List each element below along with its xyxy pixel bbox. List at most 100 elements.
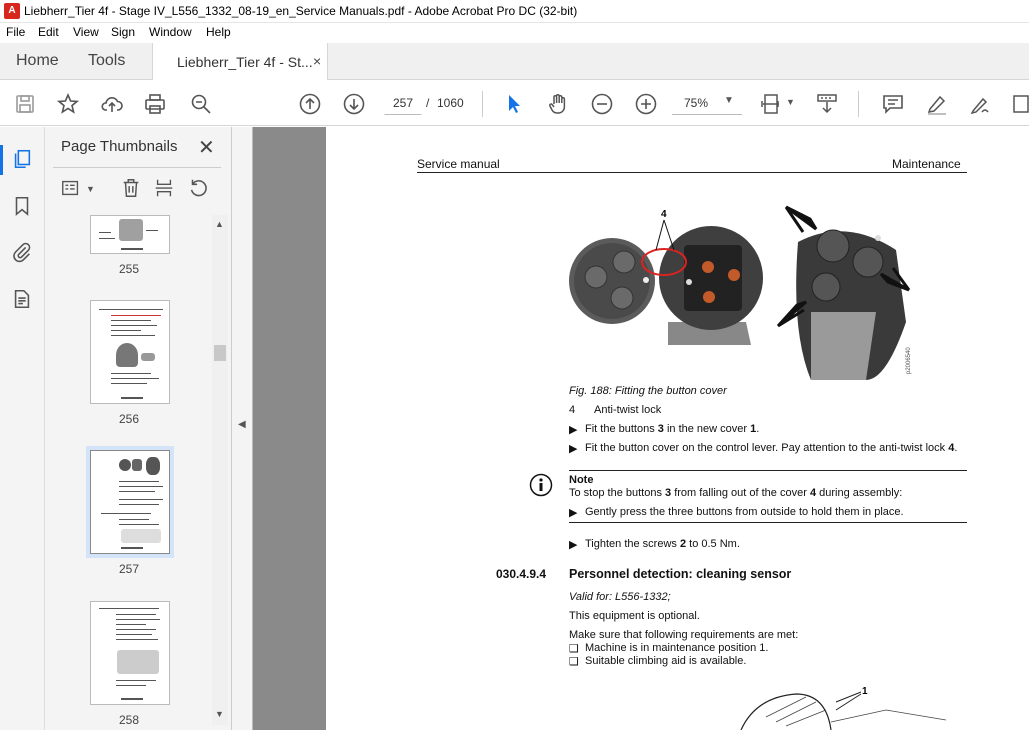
figure-caption: Fig. 188: Fitting the button cover — [569, 385, 727, 397]
step-tighten-screws: Tighten the screws 2 to 0.5 Nm. — [585, 538, 740, 550]
thumbnail-page[interactable] — [90, 215, 170, 254]
panel-title: Page Thumbnails — [61, 138, 178, 155]
step-bullet-icon: ▶ — [569, 539, 578, 551]
step-fit-buttons: Fit the buttons 3 in the new cover 1. — [585, 423, 760, 435]
tab-tools[interactable]: Tools — [88, 52, 125, 70]
title-bar: A Liebherr_Tier 4f - Stage IV_L556_1332_… — [0, 0, 1029, 23]
zoom-search-icon[interactable] — [189, 92, 213, 116]
comment-icon[interactable] — [881, 92, 905, 116]
thumbnail-list: 255 256 257 258 — [45, 215, 213, 730]
thumbnail-options-icon[interactable] — [60, 177, 84, 201]
scroll-up-icon[interactable]: ▲ — [215, 219, 224, 229]
panel-collapse-handle[interactable]: ◀ — [232, 127, 253, 730]
tab-home[interactable]: Home — [16, 52, 59, 70]
close-icon[interactable]: ✕ — [198, 135, 215, 160]
header-rule — [417, 172, 967, 173]
menu-bar: File Edit View Sign Window Help — [0, 23, 1029, 43]
note-bottom-rule — [569, 522, 967, 523]
bookmark-star-icon[interactable] — [56, 92, 80, 116]
bookmarks-icon[interactable] — [11, 195, 35, 219]
page-separator: / — [426, 96, 430, 110]
optional-note: This equipment is optional. — [569, 610, 700, 622]
tab-close-button[interactable]: × — [313, 53, 321, 69]
thumbnails-panel: Page Thumbnails ✕ ▼ 255 256 257 258 ▲ ▼ — [45, 127, 232, 730]
figure2-callout: 1 — [862, 686, 868, 697]
tab-bar: Home Tools Liebherr_Tier 4f - St... × — [0, 43, 1029, 80]
step-bullet-icon: ▶ — [569, 424, 578, 436]
highlight-pen-icon[interactable] — [925, 92, 949, 116]
next-page-icon[interactable] — [342, 92, 366, 116]
options-caret-icon[interactable]: ▼ — [86, 184, 95, 194]
rail-active-indicator — [0, 145, 3, 175]
previous-page-icon[interactable] — [298, 92, 322, 116]
requirement-item: Machine is in maintenance position 1. — [585, 642, 769, 654]
chevron-down-icon: ▼ — [724, 95, 734, 106]
document-properties-icon[interactable] — [11, 288, 35, 312]
scroll-mode-icon[interactable] — [815, 92, 839, 116]
thumbnail-page[interactable] — [90, 300, 170, 404]
zoom-out-icon[interactable] — [590, 92, 614, 116]
step-bullet-icon: ▶ — [569, 507, 578, 519]
thumbnail-page-selected[interactable] — [86, 446, 174, 558]
scroll-down-icon[interactable]: ▼ — [215, 709, 224, 719]
more-tools-icon[interactable] — [1010, 92, 1029, 116]
section-number: 030.4.9.4 — [496, 567, 547, 581]
delete-page-icon[interactable] — [120, 177, 144, 201]
zoom-in-icon[interactable] — [634, 92, 658, 116]
menu-edit[interactable]: Edit — [38, 25, 59, 39]
hand-tool-icon[interactable] — [546, 92, 570, 116]
select-cursor-icon[interactable] — [502, 92, 526, 116]
page-thumbnails-icon[interactable] — [11, 148, 35, 172]
thumbnail-label: 257 — [118, 562, 140, 576]
menu-view[interactable]: View — [73, 25, 99, 39]
legend-text: Anti-twist lock — [594, 404, 662, 416]
step-bullet-icon: ▶ — [569, 443, 578, 455]
note-title: Note — [569, 474, 594, 486]
page-header-right: Maintenance — [892, 157, 961, 171]
valid-for: Valid for: L556-1332; — [569, 591, 671, 603]
draw-sign-icon[interactable] — [968, 92, 992, 116]
section-title: Personnel detection: cleaning sensor — [569, 567, 792, 581]
upload-cloud-icon[interactable] — [100, 92, 124, 116]
navigation-rail — [0, 127, 45, 730]
menu-help[interactable]: Help — [206, 25, 231, 39]
tab-document[interactable]: Liebherr_Tier 4f - St... × — [152, 43, 328, 80]
print-icon[interactable] — [143, 92, 167, 116]
info-icon — [529, 473, 553, 497]
checkbox-icon: ❑ — [569, 643, 579, 655]
panel-divider — [53, 167, 221, 168]
figure-code: p2006540 — [906, 347, 912, 374]
menu-file[interactable]: File — [6, 25, 25, 39]
chevron-left-icon: ◀ — [238, 419, 246, 430]
note-step: Gently press the three buttons from outs… — [585, 506, 904, 518]
thumbnail-label: 255 — [118, 262, 140, 276]
toolbar-divider — [482, 91, 483, 117]
rotate-page-icon[interactable] — [187, 177, 211, 201]
document-view[interactable]: Service manual Maintenance 4 p2006540 Fi… — [253, 127, 1029, 730]
note-text: To stop the buttons 3 from falling out o… — [569, 487, 903, 499]
page-number-input[interactable]: 257 — [384, 91, 422, 115]
button-cover-figure: 4 p2006540 — [569, 205, 912, 380]
thumbnail-page[interactable] — [90, 601, 170, 705]
thumbnail-label: 258 — [118, 713, 140, 727]
page-fit-caret-icon[interactable]: ▼ — [786, 97, 795, 107]
figure-callout-4: 4 — [661, 209, 667, 220]
save-icon[interactable] — [13, 92, 37, 116]
step-fit-cover: Fit the button cover on the control leve… — [585, 442, 958, 454]
requirement-item: Suitable climbing aid is available. — [585, 655, 747, 667]
thumbnail-scrollbar[interactable]: ▲ ▼ — [212, 215, 228, 725]
requirements-intro: Make sure that following requirements ar… — [569, 629, 799, 641]
attachments-icon[interactable] — [11, 241, 35, 265]
scrollbar-thumb[interactable] — [214, 345, 226, 361]
menu-sign[interactable]: Sign — [111, 25, 135, 39]
checkbox-icon: ❑ — [569, 656, 579, 668]
page-fit-icon[interactable] — [760, 92, 784, 116]
tab-document-label: Liebherr_Tier 4f - St... — [177, 54, 313, 70]
zoom-value: 75% — [684, 96, 709, 110]
pdf-page: Service manual Maintenance 4 p2006540 Fi… — [326, 127, 1029, 730]
toolbar: 257 / 1060 75% ▼ ▼ — [0, 81, 1029, 126]
zoom-dropdown[interactable]: 75% ▼ — [672, 91, 742, 115]
extract-page-icon[interactable] — [153, 177, 177, 201]
note-top-rule — [569, 470, 967, 471]
menu-window[interactable]: Window — [149, 25, 192, 39]
